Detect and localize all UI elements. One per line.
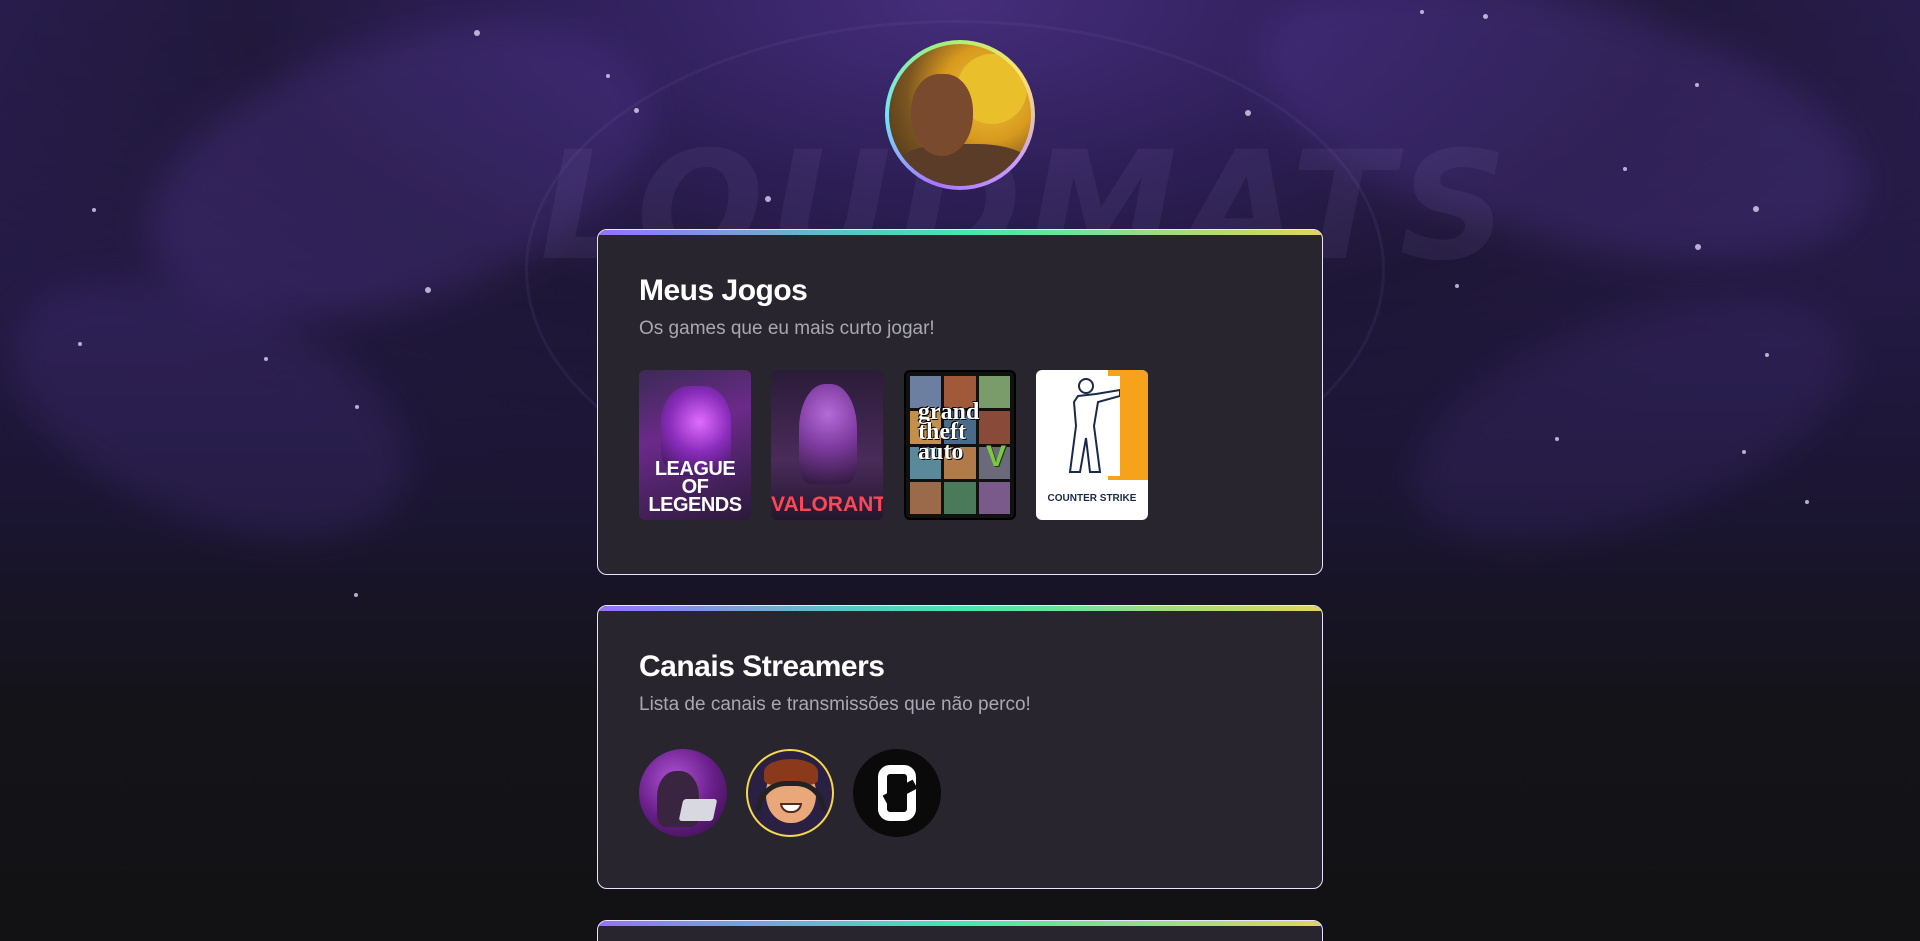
streamer-cartoon-avatar[interactable] <box>746 749 834 837</box>
streamer-logo-avatar[interactable] <box>853 749 941 837</box>
game-cover-text: COUNTER STRIKE <box>1047 493 1137 504</box>
game-cover-text: VALORANT <box>771 493 883 516</box>
game-cover-valorant[interactable]: VALORANT <box>771 370 883 520</box>
streamers-card-subtitle: Lista de canais e transmissões que não p… <box>639 694 1031 715</box>
streamer-laptop-avatar[interactable] <box>639 749 727 837</box>
games-card-subtitle: Os games que eu mais curto jogar! <box>639 318 935 339</box>
game-cover-counter-strike[interactable]: COUNTER STRIKE <box>1036 370 1148 520</box>
profile-photo <box>889 44 1031 186</box>
gta-five-icon: V <box>985 440 1006 473</box>
game-cover-gta-v[interactable]: grand theft auto V <box>904 370 1016 520</box>
next-card <box>597 920 1323 941</box>
games-card: Meus Jogos Os games que eu mais curto jo… <box>597 229 1323 575</box>
streamers-card: Canais Streamers Lista de canais e trans… <box>597 605 1323 889</box>
profile-avatar[interactable] <box>885 40 1035 190</box>
soldier-silhouette-icon <box>1064 376 1121 476</box>
game-cover-text: LEAGUE OF LEGENDS <box>648 458 742 516</box>
game-cover-league-of-legends[interactable]: LEAGUE OF LEGENDS <box>639 370 751 520</box>
streamers-card-title: Canais Streamers <box>639 650 885 683</box>
games-card-title: Meus Jogos <box>639 274 808 307</box>
